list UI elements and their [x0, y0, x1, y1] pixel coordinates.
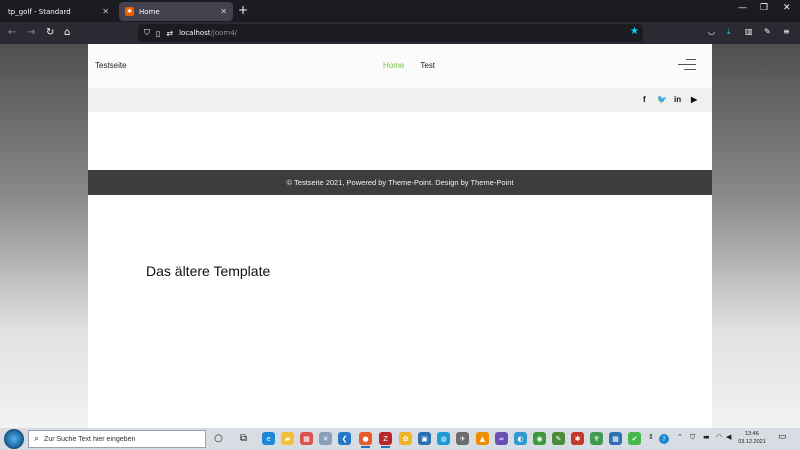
site-footer: © Testseite 2021, Powered by Theme-Point… — [88, 170, 712, 195]
bookmark-star-icon[interactable]: ★ — [630, 26, 639, 37]
menu-item-home[interactable]: Home — [383, 61, 404, 70]
social-bar: f 🐦 in ▶ — [88, 88, 712, 112]
file-explorer-icon[interactable]: ▰ — [281, 432, 294, 445]
minimize-button[interactable]: — — [738, 3, 747, 13]
app-icon-6[interactable]: ✎ — [552, 432, 565, 445]
app-icon-10[interactable]: ✔ — [628, 432, 641, 445]
taskbar-clock[interactable]: 13:46 03.12.2021 — [734, 430, 770, 446]
store-icon[interactable]: ▦ — [300, 432, 313, 445]
joomla-icon: ✱ — [125, 7, 134, 16]
new-tab-button[interactable]: + — [238, 3, 248, 17]
cortana-icon[interactable]: ○ — [212, 432, 225, 445]
youtube-icon[interactable]: ▶ — [691, 95, 697, 104]
volume-icon[interactable]: ◀ — [726, 433, 731, 441]
extensions-icon[interactable]: ✎ — [764, 27, 771, 36]
back-button[interactable]: ← — [8, 26, 16, 40]
app-icon-8[interactable]: ♆ — [590, 432, 603, 445]
visual-studio-icon[interactable]: ∞ — [495, 432, 508, 445]
vscode-icon[interactable]: ❮ — [338, 432, 351, 445]
tab-title: Home — [139, 7, 160, 16]
facebook-icon[interactable]: f — [643, 95, 646, 104]
app-icon-1[interactable]: ▣ — [418, 432, 431, 445]
tray-overflow-icon[interactable]: ⌃ — [677, 433, 683, 441]
body-heading: Das ältere Template — [146, 263, 271, 279]
reload-button[interactable]: ↻ — [46, 26, 54, 40]
battery-icon: ▬ — [703, 433, 710, 441]
browser-toolbar: ← → ↻ ⌂ ⛉ ▯ ⇄ localhost/joom4/ ★ ◡ ⤓ ▥ ✎… — [0, 22, 800, 44]
app-icon-3[interactable]: ✈ — [456, 432, 469, 445]
app-icon-7[interactable]: ✱ — [571, 432, 584, 445]
shield-icon[interactable]: ⛉ — [144, 28, 150, 38]
gimp-icon[interactable]: ✿ — [399, 432, 412, 445]
url-path: /joom4/ — [210, 29, 238, 37]
start-button[interactable] — [4, 429, 24, 449]
app-icon-9[interactable]: ▦ — [609, 432, 622, 445]
url-host: localhost — [179, 29, 211, 37]
task-view-icon[interactable]: ⧉ — [237, 432, 250, 445]
close-window-button[interactable]: ✕ — [783, 3, 791, 13]
firefox-icon[interactable]: ● — [359, 432, 372, 448]
close-tab-icon[interactable]: ✕ — [220, 7, 227, 16]
taskbar-search[interactable]: ⌕ — [28, 430, 206, 448]
edge-icon[interactable]: e — [262, 432, 275, 445]
tab-tp-golf[interactable]: tp_golf - Standard ✕ — [2, 2, 115, 21]
browser-viewport: Testseite Home Test f 🐦 in ▶ © Testseite… — [0, 44, 800, 428]
tray-scroll-icon[interactable]: ⇕ — [648, 433, 654, 441]
downloads-icon[interactable]: ⤓ — [727, 27, 731, 37]
pocket-icon[interactable]: ◡ — [708, 27, 715, 36]
menu-icon[interactable]: ≡ — [783, 27, 790, 36]
sidebar-icon[interactable]: ▥ — [745, 27, 753, 36]
network-icon[interactable]: ◠ — [716, 433, 722, 441]
shield-tray-icon[interactable]: ⛉ — [690, 433, 695, 442]
tab-home[interactable]: ✱ Home ✕ — [119, 2, 233, 21]
menu-item-test[interactable]: Test — [420, 61, 435, 70]
clock-date: 03.12.2021 — [738, 439, 766, 445]
page-icon[interactable]: ▯ — [156, 29, 160, 38]
tab-title: tp_golf - Standard — [8, 7, 71, 16]
app-icon-2[interactable]: ◍ — [437, 432, 450, 445]
help-icon[interactable]: ? — [659, 434, 669, 444]
restore-button[interactable]: ❐ — [760, 3, 768, 13]
close-tab-icon[interactable]: ✕ — [102, 7, 109, 16]
twitter-icon[interactable]: 🐦 — [657, 95, 667, 104]
app-icon-5[interactable]: ◉ — [533, 432, 546, 445]
app-icon-4[interactable]: ◐ — [514, 432, 527, 445]
home-button[interactable]: ⌂ — [64, 26, 70, 40]
vlc-icon[interactable]: ▲ — [476, 432, 489, 445]
windows-taskbar: ⌕ ○ ⧉ e ▰ ▦ ✕ ❮ ● Z ✿ ▣ ◍ ✈ ▲ ∞ ◐ ◉ ✎ ✱ … — [0, 428, 800, 450]
permissions-icon[interactable]: ⇄ — [166, 29, 173, 38]
browser-tab-strip: tp_golf - Standard ✕ ✱ Home ✕ + — ❐ ✕ — [0, 0, 800, 22]
tools-icon[interactable]: ✕ — [319, 432, 332, 445]
url-bar[interactable]: ⛉ ▯ ⇄ localhost/joom4/ ★ — [138, 24, 643, 42]
web-page: Testseite Home Test f 🐦 in ▶ © Testseite… — [88, 44, 712, 428]
main-menu: Home Test — [383, 61, 435, 70]
clock-time: 13:46 — [745, 431, 759, 437]
taskbar-search-input[interactable] — [44, 435, 195, 443]
site-header: Testseite Home Test — [88, 44, 712, 88]
hamburger-menu-icon[interactable] — [678, 58, 696, 72]
notification-icon[interactable]: ▭ — [778, 432, 787, 442]
search-icon: ⌕ — [34, 434, 40, 444]
filezilla-icon[interactable]: Z — [379, 432, 392, 448]
forward-button[interactable]: → — [27, 26, 35, 40]
site-title[interactable]: Testseite — [95, 61, 127, 70]
footer-copyright: © Testseite 2021, Powered by Theme-Point… — [286, 178, 514, 187]
linkedin-icon[interactable]: in — [674, 95, 681, 104]
